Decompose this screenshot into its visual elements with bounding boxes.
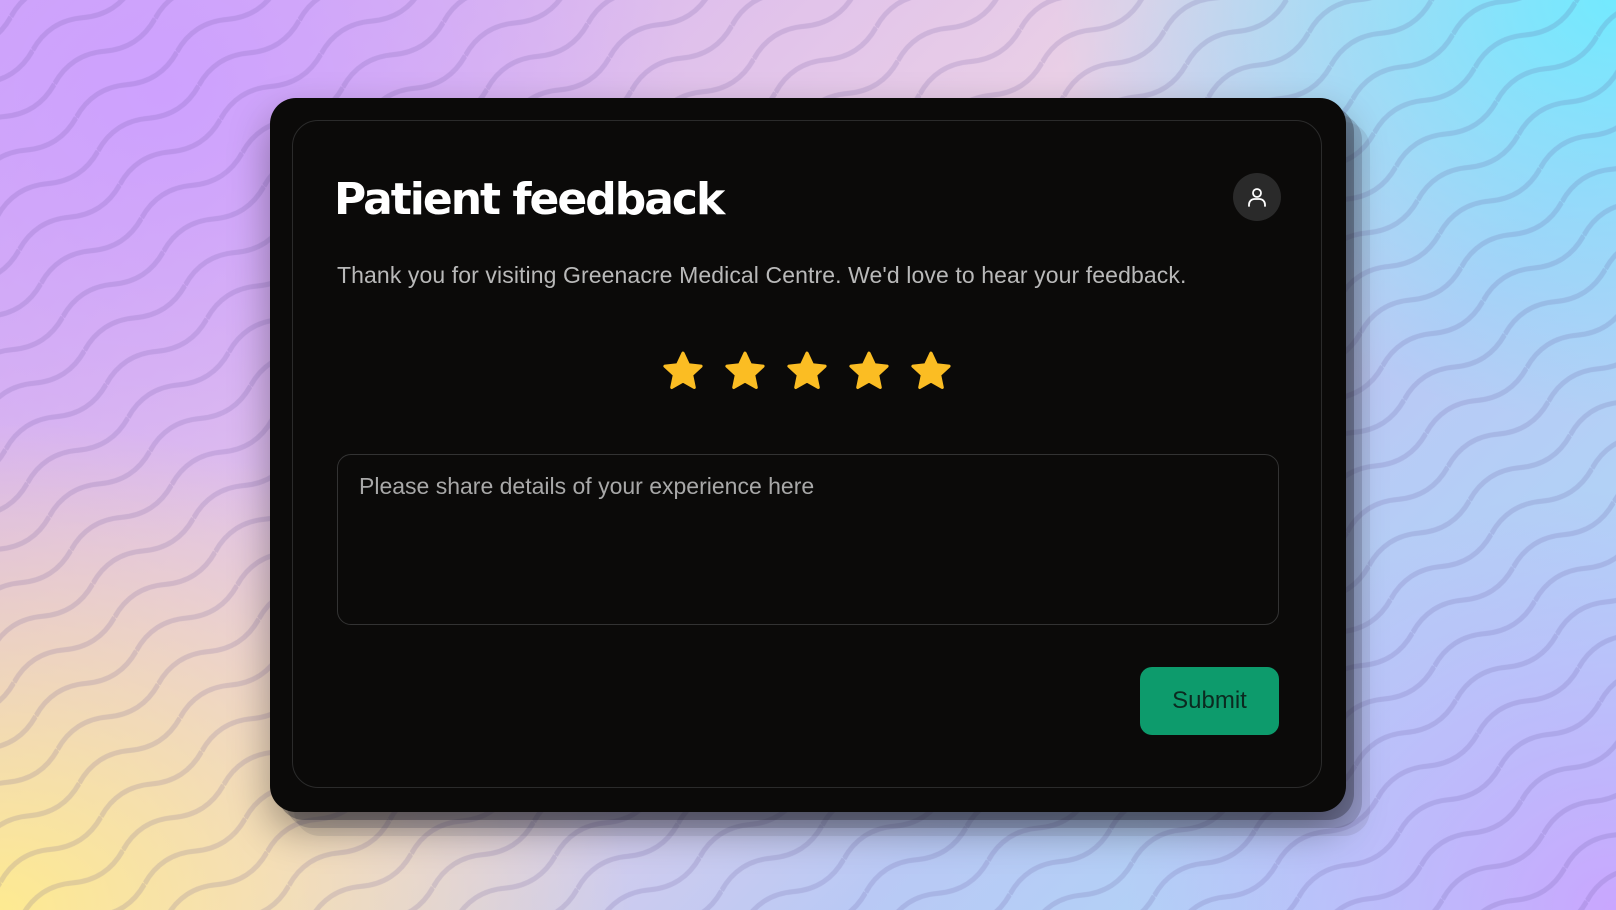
profile-button[interactable] [1233,173,1281,221]
star-4-icon[interactable] [845,348,893,396]
star-1-icon[interactable] [659,348,707,396]
star-2-icon[interactable] [721,348,769,396]
star-rating[interactable] [659,348,955,396]
star-3-icon[interactable] [783,348,831,396]
user-icon [1248,188,1266,207]
submit-button[interactable]: Submit [1140,667,1279,735]
feedback-textarea[interactable] [337,454,1279,625]
page-title: Patient feedback [334,174,725,225]
star-5-icon[interactable] [907,348,955,396]
feedback-intro-text: Thank you for visiting Greenacre Medical… [337,262,1187,288]
